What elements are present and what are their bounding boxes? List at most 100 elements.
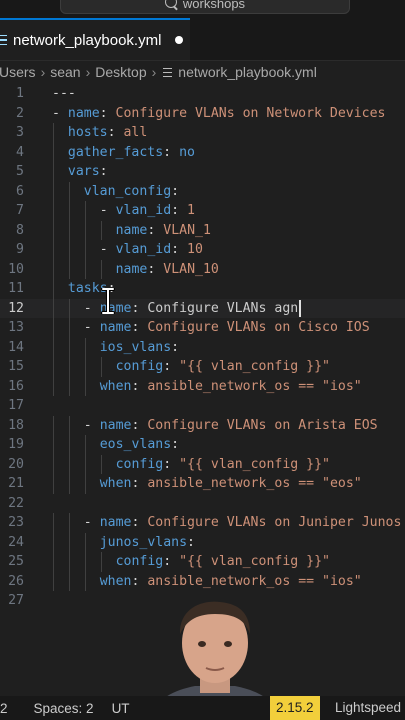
indent-guide — [53, 415, 54, 435]
command-center-search[interactable]: workshops — [60, 0, 350, 14]
code-text: --- — [52, 84, 76, 104]
code-token: : — [171, 183, 180, 199]
breadcrumb-item-file[interactable]: network_playbook.yml — [178, 64, 317, 80]
code-line[interactable]: 10 name: VLAN_10 — [0, 259, 405, 280]
indent-guide — [53, 376, 54, 396]
code-token: "{{ vlan_config }}" — [179, 456, 330, 472]
code-token: : — [99, 105, 116, 121]
indent-guide — [53, 240, 54, 260]
code-token: name — [99, 515, 132, 530]
line-number: 26 — [8, 573, 24, 589]
indent-guide — [68, 357, 70, 377]
code-line[interactable]: 17 — [0, 396, 405, 416]
code-text: - name: Configure VLANs on Juniper Junos — [84, 513, 402, 533]
line-number: 17 — [8, 398, 24, 413]
indent-guide — [84, 259, 86, 279]
code-line[interactable]: 7 - vlan_id: 1 — [0, 201, 405, 221]
code-line[interactable]: 2 - name: Configure VLANs on Network Devi… — [0, 104, 405, 124]
code-token: "{{ vlan_config }}" — [179, 359, 330, 374]
code-token: : — [147, 261, 164, 277]
breadcrumb: Users › sean › Desktop › network_playboo… — [0, 61, 405, 83]
code-line[interactable]: 4 gather_facts: no — [0, 142, 405, 163]
code-line[interactable]: 19 eos_vlans: — [0, 435, 405, 455]
code-line[interactable]: 23 - name: Configure VLANs on Juniper Jun… — [0, 513, 405, 533]
code-token: : — [107, 125, 124, 140]
breadcrumb-item-sean[interactable]: sean — [50, 64, 80, 80]
code-line[interactable]: 12 - name: Configure VLANs agn — [0, 298, 405, 319]
tab-network-playbook[interactable]: network_playbook.yml — [0, 18, 190, 60]
code-token: "{{ vlan_config }}" — [179, 554, 330, 569]
code-token: : — [171, 339, 180, 355]
code-line[interactable]: 15 config: "{{ vlan_config }}" — [0, 357, 405, 377]
status-lightspeed[interactable]: Lightspeed — [335, 696, 401, 720]
code-token: name — [115, 222, 148, 238]
code-text: - vlan_id: 10 — [100, 240, 203, 260]
code-line[interactable]: 1 --- — [0, 84, 405, 104]
code-token: - — [83, 515, 100, 530]
code-line[interactable]: 8 name: VLAN_1 — [0, 220, 405, 240]
code-line[interactable]: 22 — [0, 494, 405, 514]
indent-guide — [84, 454, 86, 474]
code-line[interactable]: 25 config: "{{ vlan_config }}" — [0, 552, 405, 572]
file-lines-icon — [0, 33, 7, 47]
code-line[interactable]: 21 when: ansible_network_os == "eos" — [0, 474, 405, 494]
code-token: : — [131, 378, 148, 394]
indent-guide — [53, 142, 54, 162]
code-text: eos_vlans: — [100, 435, 179, 455]
code-token: 10 — [187, 242, 203, 257]
code-line[interactable]: 18 - name: Configure VLANs on Arista EOS — [0, 415, 405, 435]
status-line-col[interactable]: 2 — [0, 701, 8, 716]
indent-guide — [100, 454, 102, 474]
code-token: name — [99, 320, 132, 335]
code-token: vars — [67, 164, 100, 179]
code-token: : — [131, 515, 148, 530]
indent-guide — [100, 259, 102, 279]
code-line[interactable]: 9 - vlan_id: 10 — [0, 240, 405, 260]
indent-guide — [68, 513, 70, 533]
code-line[interactable]: 13 - name: Configure VLANs on Cisco IOS — [0, 318, 405, 338]
code-token: name — [99, 417, 132, 433]
code-line[interactable]: 11 tasks: — [0, 279, 405, 299]
breadcrumb-item-desktop[interactable]: Desktop — [95, 64, 146, 80]
code-line[interactable]: 24 junos_vlans: — [0, 532, 405, 552]
code-token: - — [99, 203, 116, 218]
line-number: 8 — [16, 222, 24, 238]
indent-guide — [84, 435, 86, 455]
indent-guide — [68, 552, 70, 572]
code-text: gather_facts: no — [68, 143, 195, 163]
indent-guide — [68, 201, 70, 221]
code-token: : — [163, 144, 180, 160]
status-encoding[interactable]: UT — [112, 701, 130, 716]
code-line[interactable]: 5 vars: — [0, 162, 405, 182]
indent-guide — [84, 357, 86, 377]
status-version[interactable]: 2.15.2 — [270, 696, 320, 720]
code-token: when — [99, 378, 132, 394]
dirty-indicator-icon[interactable] — [175, 36, 184, 44]
indent-guide — [53, 123, 54, 143]
code-line[interactable]: 26 when: ansible_network_os == "ios" — [0, 571, 405, 591]
indent-guide — [53, 298, 54, 318]
breadcrumb-item-users[interactable]: Users — [0, 64, 36, 80]
code-line[interactable]: 14 ios_vlans: — [0, 337, 405, 357]
indent-guide — [68, 571, 70, 591]
code-line[interactable]: 16 when: ansible_network_os == "ios" — [0, 376, 405, 396]
status-indentation[interactable]: Spaces: 2 — [34, 701, 94, 716]
code-token: vlan_config — [83, 183, 172, 199]
chevron-right-icon: › — [85, 64, 91, 80]
code-token: : — [163, 359, 180, 374]
line-number: 10 — [8, 261, 24, 277]
code-line[interactable]: 3 hosts: all — [0, 123, 405, 143]
code-token: - — [83, 300, 100, 316]
indent-guide — [68, 415, 70, 435]
indent-guide — [68, 259, 70, 279]
code-token: : — [131, 300, 148, 316]
line-number: 3 — [16, 125, 24, 140]
code-text: - name: Configure VLANs agn — [84, 299, 298, 319]
code-token: : — [163, 554, 180, 569]
code-line[interactable]: 20 config: "{{ vlan_config }}" — [0, 454, 405, 474]
code-token: : — [171, 203, 188, 218]
code-text: name: VLAN_10 — [116, 260, 219, 280]
code-token: : — [171, 437, 180, 452]
code-line[interactable]: 6 vlan_config: — [0, 181, 405, 201]
code-token: when — [99, 573, 132, 589]
